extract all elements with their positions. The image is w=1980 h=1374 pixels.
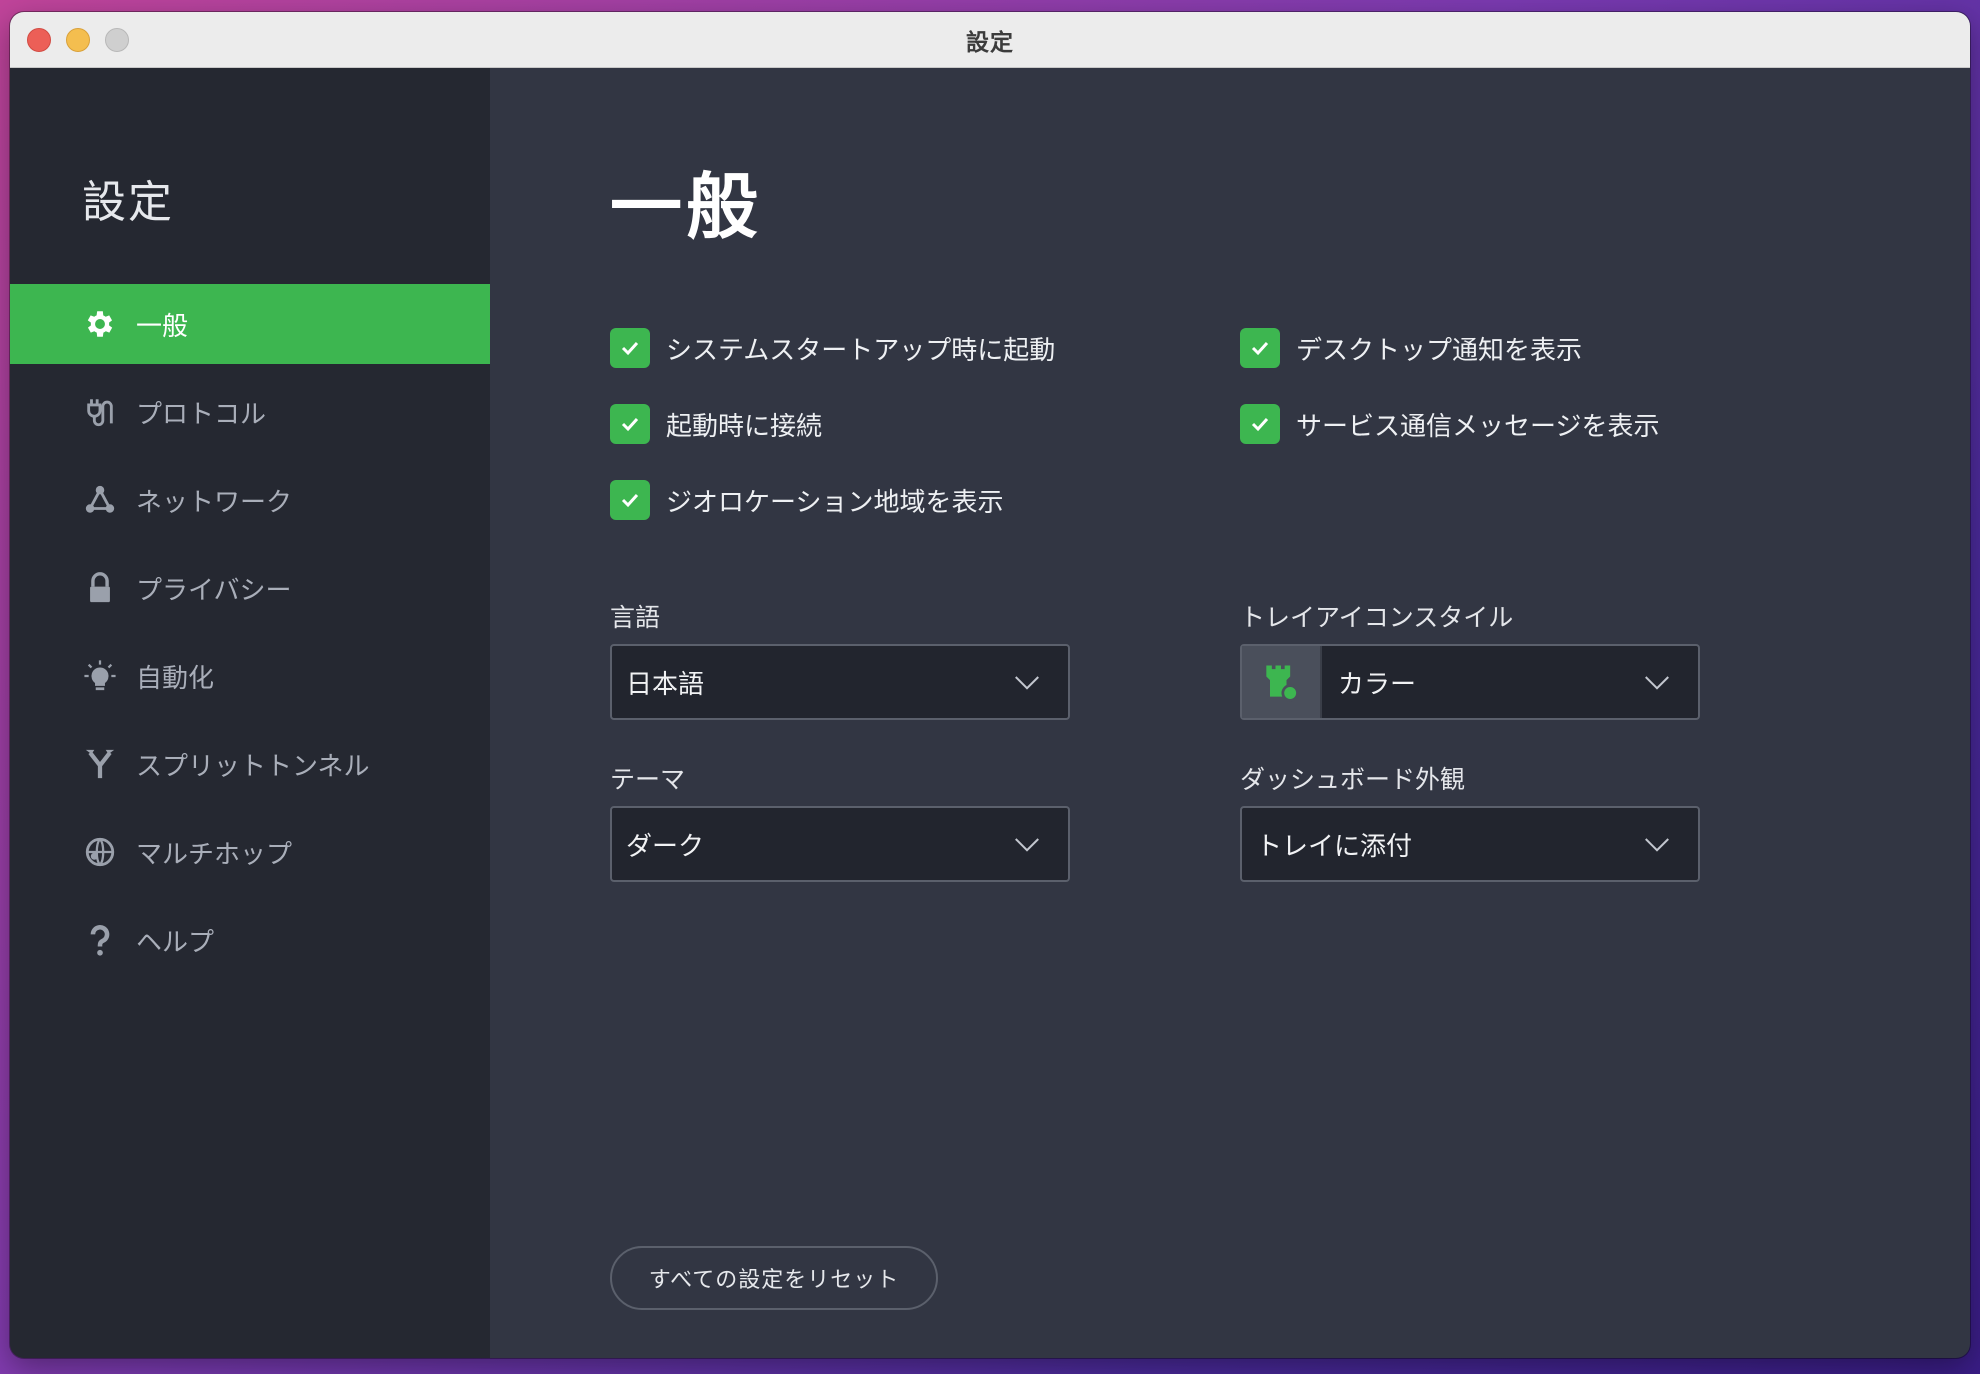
close-window-button[interactable] [27,28,51,52]
dashboard-appearance-select[interactable]: トレイに添付 [1240,806,1700,882]
sidebar-item-privacy[interactable]: プライバシー [10,548,490,628]
main-content: 一般 システムスタートアップ時に起動 起動時に接続 ジオロケーション地域を表示 … [490,68,1970,1358]
sidebar-item-general[interactable]: 一般 [10,284,490,364]
sidebar-item-help[interactable]: ヘルプ [10,900,490,980]
tray-icon-style-select[interactable]: カラー [1240,644,1700,720]
reset-all-settings-button[interactable]: すべての設定をリセット [610,1246,938,1310]
checkbox-show-geolocation[interactable]: ジオロケーション地域を表示 [610,480,1003,520]
tray-icon-style-label: トレイアイコンスタイル [1240,603,1514,632]
checkbox-label: デスクトップ通知を表示 [1296,335,1583,366]
checkbox-checked-icon[interactable] [610,480,650,520]
checkbox-label: システムスタートアップ時に起動 [666,335,1056,366]
checkbox-service-messages[interactable]: サービス通信メッセージを表示 [1240,404,1659,444]
split-icon [82,746,118,782]
gear-icon [82,306,118,342]
zoom-window-button[interactable] [105,28,129,52]
theme-label: テーマ [610,765,686,794]
chevron-down-icon [1642,667,1672,697]
title-bar: 設定 [10,12,1970,68]
help-icon [82,922,118,958]
sidebar-item-label: ネットワーク [136,487,293,518]
sidebar-item-label: マルチホップ [136,839,293,870]
tray-icon-style-value: カラー [1338,669,1417,700]
checkbox-label: ジオロケーション地域を表示 [666,487,1004,518]
language-label: 言語 [610,603,661,632]
tray-tower-icon [1242,646,1322,718]
sidebar-item-automation[interactable]: 自動化 [10,636,490,716]
checkbox-label: サービス通信メッセージを表示 [1296,411,1660,442]
checkbox-launch-at-startup[interactable]: システムスタートアップ時に起動 [610,328,1055,368]
dashboard-appearance-value: トレイに添付 [1256,831,1413,862]
sidebar-item-label: スプリットトンネル [136,751,370,782]
window-controls [27,28,129,52]
checkbox-checked-icon[interactable] [1240,404,1280,444]
sidebar-item-label: ヘルプ [136,927,215,958]
theme-select[interactable]: ダーク [610,806,1070,882]
bulb-icon [82,658,118,694]
language-select-value: 日本語 [626,669,705,700]
sidebar-item-label: プロトコル [136,399,267,430]
sidebar-nav: 一般 プロトコル ネットワーク プライバシー 自動化 スプリットトンネル マルチ… [10,284,490,988]
network-icon [82,482,118,518]
checkbox-label: 起動時に接続 [666,411,823,442]
settings-window: 設定 設定 一般 プロトコル ネットワーク プライバシー 自動化 スプリットトン… [10,12,1970,1358]
language-select[interactable]: 日本語 [610,644,1070,720]
lock-icon [82,570,118,606]
sidebar-item-split-tunnel[interactable]: スプリットトンネル [10,724,490,804]
sidebar: 設定 一般 プロトコル ネットワーク プライバシー 自動化 スプリットトンネル … [10,68,490,1358]
checkbox-checked-icon[interactable] [610,404,650,444]
sidebar-item-multihop[interactable]: マルチホップ [10,812,490,892]
chevron-down-icon [1012,829,1042,859]
sidebar-item-protocol[interactable]: プロトコル [10,372,490,452]
checkbox-connect-on-launch[interactable]: 起動時に接続 [610,404,822,444]
sidebar-item-label: プライバシー [136,575,292,606]
checkbox-checked-icon[interactable] [1240,328,1280,368]
checkbox-desktop-notifications[interactable]: デスクトップ通知を表示 [1240,328,1582,368]
sidebar-title: 設定 [82,177,174,228]
sidebar-item-label: 一般 [136,311,189,342]
chevron-down-icon [1012,667,1042,697]
dashboard-appearance-label: ダッシュボード外観 [1240,765,1466,794]
minimize-window-button[interactable] [66,28,90,52]
window-title: 設定 [966,29,1014,56]
globe-icon [82,834,118,870]
theme-select-value: ダーク [626,831,705,862]
checkbox-checked-icon[interactable] [610,328,650,368]
sidebar-item-label: 自動化 [136,663,215,694]
page-title: 一般 [610,165,763,249]
plug-icon [82,394,118,430]
chevron-down-icon [1642,829,1672,859]
sidebar-item-network[interactable]: ネットワーク [10,460,490,540]
